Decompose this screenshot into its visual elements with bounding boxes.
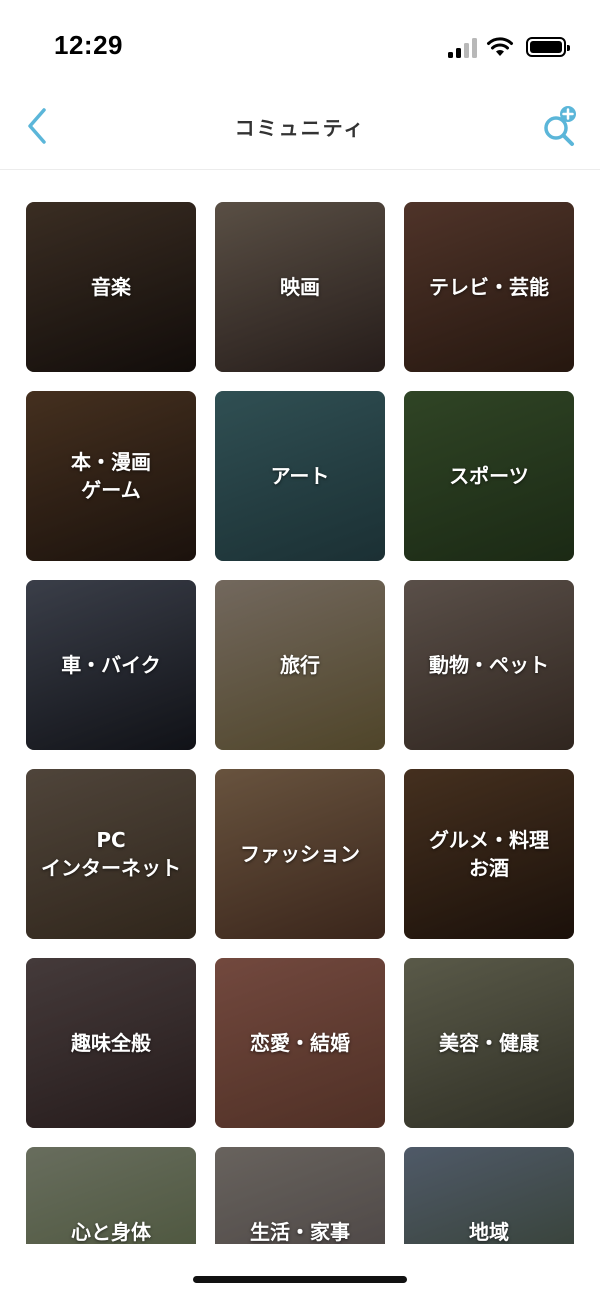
category-tile-tv[interactable]: テレビ・芸能	[404, 202, 574, 372]
category-label: 趣味全般	[71, 1031, 151, 1055]
category-tile-art[interactable]: アート	[215, 391, 385, 561]
category-label: 美容・健康	[439, 1031, 539, 1055]
category-label: PC インターネット	[41, 828, 181, 880]
category-label: アート	[270, 464, 330, 488]
category-label: 旅行	[280, 653, 320, 677]
page-title: コミュニティ	[234, 116, 366, 140]
category-label: 生活・家事	[250, 1220, 350, 1244]
category-tile-pc[interactable]: PC インターネット	[26, 769, 196, 939]
category-tile-love[interactable]: 恋愛・結婚	[215, 958, 385, 1128]
category-label: 心と身体	[71, 1220, 151, 1244]
category-tile-travel[interactable]: 旅行	[215, 580, 385, 750]
category-label: スポーツ	[449, 464, 529, 488]
search-add-button[interactable]	[540, 104, 580, 148]
category-tile-sports[interactable]: スポーツ	[404, 391, 574, 561]
category-label: 本・漫画 ゲーム	[71, 450, 151, 502]
home-indicator	[193, 1276, 407, 1283]
category-tile-pets[interactable]: 動物・ペット	[404, 580, 574, 750]
category-label: 映画	[280, 275, 320, 299]
category-tile-books[interactable]: 本・漫画 ゲーム	[26, 391, 196, 561]
status-time: 12:29	[54, 30, 123, 60]
category-grid: 音楽 映画 テレビ・芸能本・漫画 ゲーム アート スポーツ車・バイク 旅行 動物・ペット PC…	[26, 202, 574, 1244]
wifi-icon	[487, 37, 513, 56]
category-label: 音楽	[91, 275, 131, 299]
category-tile-car[interactable]: 車・バイク	[26, 580, 196, 750]
search-add-icon	[544, 106, 576, 146]
category-label: 地域	[469, 1220, 509, 1244]
status-bar: 12:29	[0, 0, 600, 90]
category-tile-hobby[interactable]: 趣味全般	[26, 958, 196, 1128]
category-tile-life[interactable]: 生活・家事	[215, 1147, 385, 1244]
category-label: 動物・ペット	[429, 653, 549, 677]
category-tile-movie[interactable]: 映画	[215, 202, 385, 372]
category-label: グルメ・料理 お酒	[429, 828, 549, 880]
category-tile-beauty[interactable]: 美容・健康	[404, 958, 574, 1128]
category-tile-mind[interactable]: 心と身体	[26, 1147, 196, 1244]
category-label: 恋愛・結婚	[250, 1031, 350, 1055]
category-tile-region[interactable]: 地域	[404, 1147, 574, 1244]
navigation-bar: コミュニティ	[0, 90, 600, 170]
category-label: 車・バイク	[61, 653, 161, 677]
category-tile-gourmet[interactable]: グルメ・料理 お酒	[404, 769, 574, 939]
battery-icon	[526, 37, 570, 57]
category-tile-fashion[interactable]: ファッション	[215, 769, 385, 939]
signal-icon	[448, 36, 478, 58]
category-tile-music[interactable]: 音楽	[26, 202, 196, 372]
category-label: テレビ・芸能	[429, 275, 549, 299]
category-label: ファッション	[240, 842, 360, 866]
